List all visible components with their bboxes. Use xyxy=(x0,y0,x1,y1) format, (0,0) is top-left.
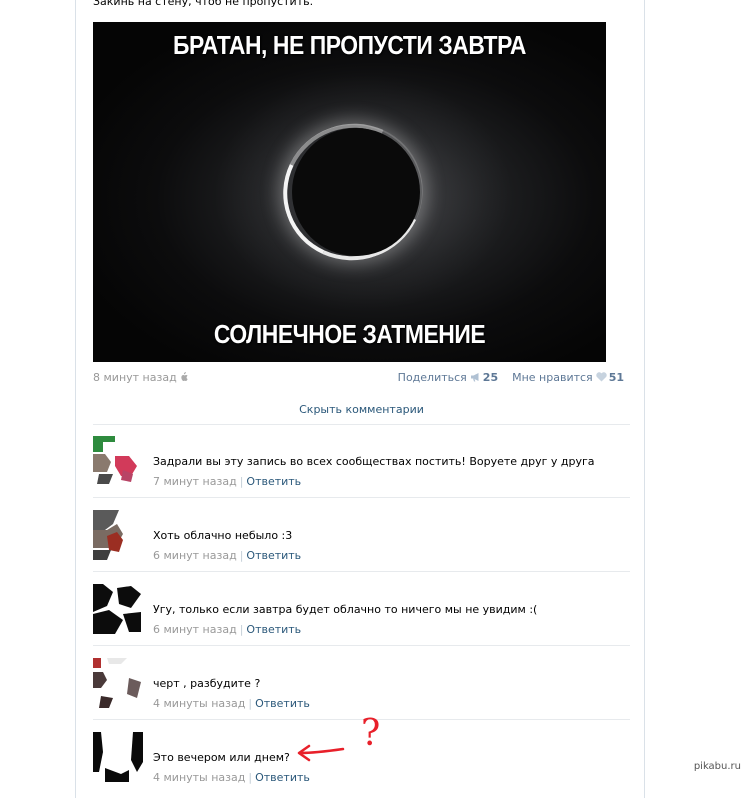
hide-comments-link[interactable]: Скрыть комментарии xyxy=(93,403,630,416)
eclipse-ring xyxy=(263,104,443,280)
comment-divider xyxy=(93,645,630,646)
comment-meta: 4 минуты назад | Ответить xyxy=(153,771,310,784)
reply-link[interactable]: Ответить xyxy=(246,475,301,488)
meme-bottom-text: СОЛНЕЧНОЕ ЗАТМЕНИЕ xyxy=(213,319,486,349)
post-text: Закинь на стену, чтоб не пропустить. xyxy=(93,0,314,8)
comment-text: Угу, только если завтра будет облачно то… xyxy=(153,603,538,616)
avatar-image xyxy=(93,584,143,634)
meta-separator: | xyxy=(239,475,244,488)
comment-divider xyxy=(93,571,630,572)
share-button[interactable]: Поделиться 25 xyxy=(398,371,498,384)
avatar[interactable] xyxy=(93,584,143,634)
comment-author[interactable] xyxy=(153,514,213,524)
share-label[interactable]: Поделиться xyxy=(398,371,467,384)
comment-author[interactable] xyxy=(153,588,213,598)
post-timestamp[interactable]: 8 минут назад xyxy=(93,371,188,384)
post-time-label[interactable]: 8 минут назад xyxy=(93,371,177,384)
comments-divider xyxy=(93,424,630,425)
comment-time[interactable]: 6 минут назад xyxy=(153,549,237,562)
meta-separator: | xyxy=(248,697,253,710)
like-label[interactable]: Мне нравится xyxy=(512,371,593,384)
post-actions: Поделиться 25 Мне нравится 51 xyxy=(398,371,624,384)
avatar-image xyxy=(93,436,143,486)
comment-text: Это вечером или днем? xyxy=(153,751,290,764)
comment-meta: 7 минут назад | Ответить xyxy=(153,475,301,488)
meta-separator: | xyxy=(239,549,244,562)
post-image[interactable]: БРАТАН, НЕ ПРОПУСТИ ЗАВТРА СОЛНЕЧНОЕ ЗАТ… xyxy=(93,22,606,362)
comment-meta: 6 минут назад | Ответить xyxy=(153,623,301,636)
reply-link[interactable]: Ответить xyxy=(246,549,301,562)
comment-meta: 6 минут назад | Ответить xyxy=(153,549,301,562)
comment-text: черт , разбудите ? xyxy=(153,677,261,690)
comment-text: Задрали вы эту запись во всех сообщества… xyxy=(153,455,595,468)
comment-text: Хоть облачно небыло :3 xyxy=(153,529,293,542)
apple-icon xyxy=(181,372,188,381)
heart-icon xyxy=(595,372,607,382)
like-button[interactable]: Мне нравится 51 xyxy=(512,371,624,384)
comment-divider xyxy=(93,497,630,498)
avatar-image xyxy=(93,732,143,782)
comment-author[interactable] xyxy=(153,662,213,672)
comment-time[interactable]: 6 минут назад xyxy=(153,623,237,636)
comment-author[interactable] xyxy=(153,440,213,450)
like-count: 51 xyxy=(608,371,624,384)
meme-top-text: БРАТАН, НЕ ПРОПУСТИ ЗАВТРА xyxy=(173,30,526,60)
moon-disk xyxy=(292,128,420,256)
reply-link[interactable]: Ответить xyxy=(246,623,301,636)
avatar[interactable] xyxy=(93,436,143,486)
avatar[interactable] xyxy=(93,658,143,708)
comment-author[interactable] xyxy=(153,736,213,746)
watermark: pikabu.ru xyxy=(693,761,741,772)
avatar[interactable] xyxy=(93,510,143,560)
comment-time[interactable]: 4 минуты назад xyxy=(153,697,245,710)
annotation-question-mark: ? xyxy=(361,713,380,754)
comment-time[interactable]: 7 минут назад xyxy=(153,475,237,488)
avatar-image xyxy=(93,658,143,708)
meta-separator: | xyxy=(239,623,244,636)
share-count: 25 xyxy=(482,371,499,384)
avatar-image xyxy=(93,510,143,560)
comment-time[interactable]: 4 минуты назад xyxy=(153,771,245,784)
meta-separator: | xyxy=(248,771,253,784)
comment-meta: 4 минуты назад | Ответить xyxy=(153,697,310,710)
annotation-arrow: ? xyxy=(297,713,380,762)
megaphone-icon xyxy=(470,373,479,382)
avatar[interactable] xyxy=(93,732,143,782)
